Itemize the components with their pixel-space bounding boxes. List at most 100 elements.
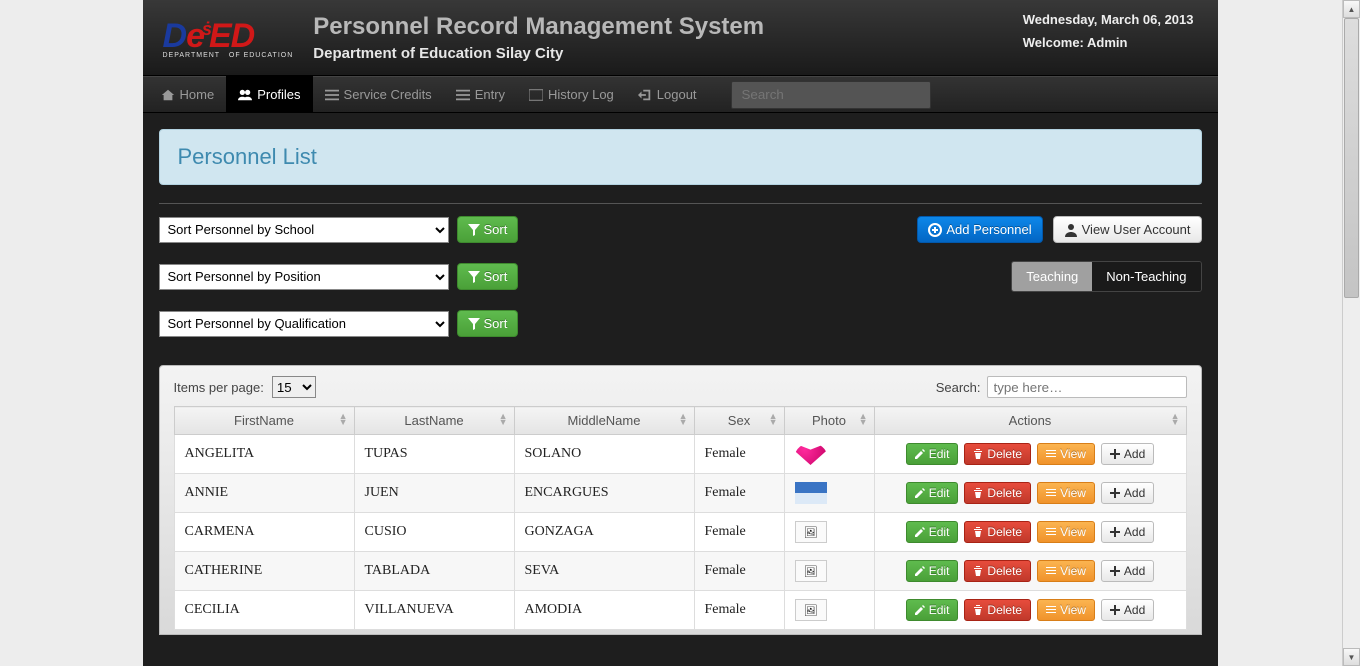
cell-first-name: CATHERINE (174, 552, 354, 591)
col-actions[interactable]: Actions▲▼ (874, 407, 1186, 435)
data-grid: Items per page: 15 Search: FirstName▲▼ L… (159, 365, 1202, 635)
nav-service-credits[interactable]: Service Credits (313, 76, 444, 113)
add-button[interactable]: Add (1101, 482, 1154, 504)
cell-last-name: VILLANUEVA (354, 591, 514, 630)
tab-teaching[interactable]: Teaching (1012, 262, 1092, 291)
delete-button[interactable]: Delete (964, 482, 1031, 504)
list-icon (1046, 449, 1056, 459)
view-button[interactable]: View (1037, 560, 1095, 582)
photo-thumbnail (795, 482, 827, 504)
nav-profiles-label: Profiles (257, 87, 300, 102)
edit-button[interactable]: Edit (906, 599, 959, 621)
sort-qualification-button[interactable]: Sort (457, 310, 519, 337)
delete-button[interactable]: Delete (964, 560, 1031, 582)
view-user-account-button[interactable]: View User Account (1053, 216, 1202, 243)
tab-non-teaching[interactable]: Non-Teaching (1092, 262, 1200, 291)
pencil-icon (915, 449, 925, 459)
edit-button[interactable]: Edit (906, 443, 959, 465)
delete-button[interactable]: Delete (964, 599, 1031, 621)
system-title: Personnel Record Management System (313, 13, 764, 41)
teaching-toggle-group: Teaching Non-Teaching (1011, 261, 1201, 292)
cell-photo (784, 474, 874, 513)
sort-by-school-select[interactable]: Sort Personnel by School (159, 217, 449, 243)
cell-last-name: TUPAS (354, 435, 514, 474)
main-nav: Home Profiles Service Credits Entry Hist… (143, 76, 1218, 113)
cell-actions: Edit Delete View Add (874, 435, 1186, 474)
add-personnel-label: Add Personnel (946, 222, 1031, 237)
trash-icon (973, 449, 983, 459)
filter-icon (468, 318, 480, 330)
sort-position-button[interactable]: Sort (457, 263, 519, 290)
trash-icon (973, 566, 983, 576)
cell-first-name: CARMENA (174, 513, 354, 552)
logout-icon (638, 88, 652, 102)
col-sex[interactable]: Sex▲▼ (694, 407, 784, 435)
deped-logo: DeṡED DEPARTMENT OF EDUCATION (163, 17, 294, 59)
edit-button[interactable]: Edit (906, 482, 959, 504)
vertical-scrollbar[interactable]: ▲ ▼ (1342, 0, 1360, 666)
users-icon (238, 88, 252, 102)
sort-by-position-select[interactable]: Sort Personnel by Position (159, 264, 449, 290)
items-per-page-select[interactable]: 15 (272, 376, 316, 398)
delete-button[interactable]: Delete (964, 521, 1031, 543)
nav-logout[interactable]: Logout (626, 76, 709, 113)
scroll-down-button[interactable]: ▼ (1343, 648, 1360, 666)
col-last-name[interactable]: LastName▲▼ (354, 407, 514, 435)
add-button[interactable]: Add (1101, 560, 1154, 582)
add-button[interactable]: Add (1101, 443, 1154, 465)
cell-sex: Female (694, 552, 784, 591)
header-date: Wednesday, March 06, 2013 (1023, 8, 1194, 31)
nav-service-credits-label: Service Credits (344, 87, 432, 102)
delete-button[interactable]: Delete (964, 443, 1031, 465)
view-button[interactable]: View (1037, 443, 1095, 465)
nav-search-input[interactable] (731, 81, 931, 109)
sort-label: Sort (484, 316, 508, 331)
scroll-track[interactable] (1343, 18, 1360, 648)
table-search-label: Search: (936, 380, 981, 395)
sort-school-button[interactable]: Sort (457, 216, 519, 243)
view-button[interactable]: View (1037, 599, 1095, 621)
pencil-icon (915, 566, 925, 576)
pencil-icon (915, 605, 925, 615)
table-search-input[interactable] (987, 376, 1187, 398)
table-row: CARMENACUSIOGONZAGAFemale🖼 Edit Delete V… (174, 513, 1186, 552)
home-icon (161, 88, 175, 102)
col-photo[interactable]: Photo▲▼ (784, 407, 874, 435)
add-personnel-button[interactable]: Add Personnel (917, 216, 1042, 243)
photo-placeholder: 🖼 (795, 599, 827, 621)
scroll-up-button[interactable]: ▲ (1343, 0, 1360, 18)
nav-entry-label: Entry (475, 87, 505, 102)
nav-history-log-label: History Log (548, 87, 614, 102)
nav-home[interactable]: Home (149, 76, 227, 113)
system-subtitle: Department of Education Silay City (313, 45, 764, 62)
nav-profiles[interactable]: Profiles (226, 76, 312, 113)
table-icon (529, 88, 543, 102)
cell-last-name: JUEN (354, 474, 514, 513)
edit-button[interactable]: Edit (906, 521, 959, 543)
view-user-account-label: View User Account (1082, 222, 1191, 237)
view-button[interactable]: View (1037, 521, 1095, 543)
list-alt-icon (456, 88, 470, 102)
edit-button[interactable]: Edit (906, 560, 959, 582)
cell-actions: Edit Delete View Add (874, 552, 1186, 591)
trash-icon (973, 527, 983, 537)
pencil-icon (915, 527, 925, 537)
personnel-table: FirstName▲▼ LastName▲▼ MiddleName▲▼ Sex▲… (174, 406, 1187, 630)
plus-icon (1110, 488, 1120, 498)
scroll-thumb[interactable] (1344, 18, 1359, 298)
add-button[interactable]: Add (1101, 521, 1154, 543)
cell-sex: Female (694, 435, 784, 474)
cell-last-name: TABLADA (354, 552, 514, 591)
view-button[interactable]: View (1037, 482, 1095, 504)
add-button[interactable]: Add (1101, 599, 1154, 621)
photo-thumbnail (795, 443, 827, 465)
cell-middle-name: AMODIA (514, 591, 694, 630)
header-welcome: Welcome: Admin (1023, 31, 1194, 54)
col-first-name[interactable]: FirstName▲▼ (174, 407, 354, 435)
nav-entry[interactable]: Entry (444, 76, 517, 113)
sort-by-qualification-select[interactable]: Sort Personnel by Qualification (159, 311, 449, 337)
cell-middle-name: SEVA (514, 552, 694, 591)
nav-history-log[interactable]: History Log (517, 76, 626, 113)
nav-home-label: Home (180, 87, 215, 102)
col-middle-name[interactable]: MiddleName▲▼ (514, 407, 694, 435)
